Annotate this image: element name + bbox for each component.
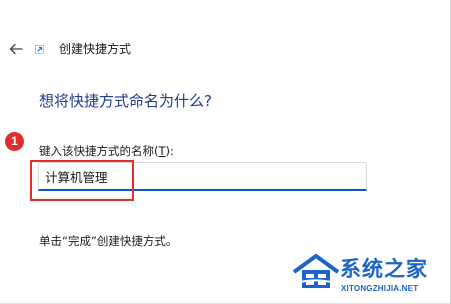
shortcut-name-label: 键入该快捷方式的名称(T): (39, 143, 174, 159)
back-button[interactable] (4, 38, 28, 60)
label-suffix: ): (165, 144, 174, 158)
watermark: 系统之家 XITONGZHIJIA.NET (290, 248, 448, 300)
window-title: 创建快捷方式 (59, 42, 132, 56)
house-logo-icon (290, 252, 342, 292)
shortcut-wizard-window: 创建快捷方式 想将快捷方式命名为什么? 1 键入该快捷方式的名称(T): 单击“… (0, 0, 451, 304)
arrow-left-icon (9, 43, 23, 55)
watermark-name: 系统之家 (340, 257, 428, 281)
watermark-url: XITONGZHIJIA.NET (341, 284, 419, 293)
page-heading: 想将快捷方式命名为什么? (39, 92, 212, 110)
finish-instruction: 单击“完成”创建快捷方式。 (39, 234, 178, 248)
shortcut-icon (35, 45, 44, 54)
step-badge: 1 (5, 132, 24, 151)
shortcut-name-input[interactable] (38, 162, 367, 191)
label-hotkey: T (158, 144, 166, 158)
label-prefix: 键入该快捷方式的名称( (39, 144, 159, 158)
